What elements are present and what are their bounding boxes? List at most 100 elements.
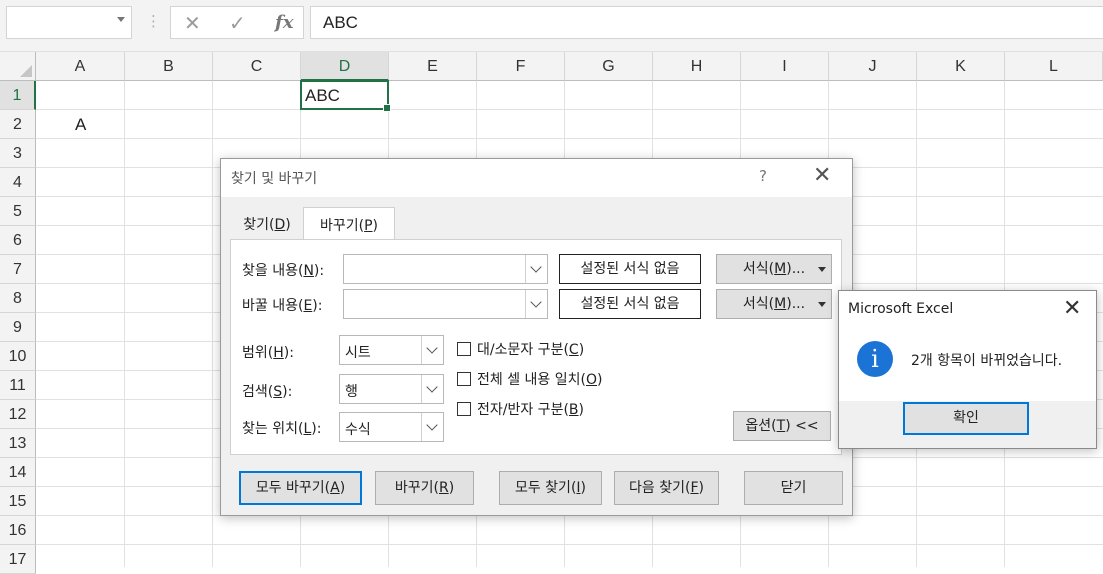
row-header-10[interactable]: 10 (0, 342, 36, 371)
chevron-down-icon[interactable] (117, 17, 125, 22)
message-box: Microsoft Excel ✕ i 2개 항목이 바뀌었습니다. 확인 (838, 290, 1097, 449)
ok-button[interactable]: 확인 (903, 402, 1029, 435)
replace-tab-panel: 찾을 내용(N): 설정된 서식 없음 서식(M)... 바꿀 내용(E): 설… (230, 239, 842, 455)
replace-with-label: 바꿀 내용(E): (242, 298, 323, 314)
chevron-down-icon[interactable] (421, 336, 443, 364)
within-value: 시트 (345, 345, 371, 361)
row-header-11[interactable]: 11 (0, 371, 36, 400)
select-all-button[interactable] (0, 52, 36, 81)
tab-find[interactable]: 찾기(D) (233, 207, 301, 239)
cell-a2[interactable]: A (75, 115, 86, 135)
row-header-15[interactable]: 15 (0, 487, 36, 516)
find-format-button[interactable]: 서식(M)... (716, 254, 832, 284)
column-header-f[interactable]: F (477, 52, 565, 81)
search-select[interactable]: 행 (339, 374, 444, 404)
find-all-button[interactable]: 모두 찾기(I) (499, 471, 602, 505)
row-header-5[interactable]: 5 (0, 197, 36, 226)
gridline (36, 544, 1103, 545)
formula-input[interactable]: ABC (310, 6, 1103, 39)
tab-find-key: D (274, 217, 286, 233)
replace-with-input[interactable] (343, 289, 548, 319)
message-titlebar[interactable]: Microsoft Excel ✕ (839, 291, 1096, 329)
checkbox-icon[interactable] (457, 402, 471, 416)
checkbox-icon[interactable] (457, 342, 471, 356)
row-header-16[interactable]: 16 (0, 516, 36, 545)
tab-find-label: 찾기( (243, 217, 275, 233)
replace-button[interactable]: 바꾸기(R) (375, 471, 474, 505)
column-header-g[interactable]: G (565, 52, 653, 81)
dropdown-arrow-icon[interactable] (818, 302, 826, 307)
row-header-12[interactable]: 12 (0, 400, 36, 429)
match-entire-cell-checkbox[interactable]: 전체 셀 내용 일치(O) (457, 369, 602, 389)
chevron-down-icon[interactable] (421, 375, 443, 403)
row-header-6[interactable]: 6 (0, 226, 36, 255)
info-icon: i (857, 341, 893, 377)
row-header-9[interactable]: 9 (0, 313, 36, 342)
look-in-select[interactable]: 수식 (339, 412, 444, 442)
checkbox-icon[interactable] (457, 372, 471, 386)
match-byte-checkbox[interactable]: 전자/반자 구분(B) (457, 399, 584, 419)
dialog-titlebar[interactable]: 찾기 및 바꾸기 ? ✕ (221, 159, 852, 197)
dropdown-arrow-icon[interactable] (818, 267, 826, 272)
row-header-7[interactable]: 7 (0, 255, 36, 284)
chevron-down-icon[interactable] (421, 413, 443, 441)
gridline (36, 109, 1103, 110)
find-what-input[interactable] (343, 254, 548, 284)
drag-handle-icon[interactable]: ⋮ (146, 12, 161, 30)
find-next-button[interactable]: 다음 찾기(F) (614, 471, 719, 505)
row-header-2[interactable]: 2 (0, 110, 36, 139)
dialog-title: 찾기 및 바꾸기 (231, 171, 318, 187)
replace-format-button[interactable]: 서식(M)... (716, 289, 832, 319)
name-box[interactable] (6, 6, 132, 39)
close-icon[interactable]: ✕ (1063, 296, 1081, 321)
replace-format-preview: 설정된 서식 없음 (559, 289, 701, 319)
tab-replace-key: P (364, 218, 373, 234)
column-header-h[interactable]: H (653, 52, 741, 81)
column-header-c[interactable]: C (213, 52, 301, 81)
message-title: Microsoft Excel (848, 301, 954, 317)
message-body: i 2개 항목이 바뀌었습니다. (839, 329, 1096, 401)
search-label: 검색(S): (242, 384, 293, 400)
column-header-k[interactable]: K (917, 52, 1005, 81)
formula-bar: ⋮ ✕ ✓ fx ABC (0, 0, 1103, 52)
row-header-14[interactable]: 14 (0, 458, 36, 487)
column-header-d[interactable]: D (301, 52, 389, 81)
row-header-4[interactable]: 4 (0, 168, 36, 197)
chevron-down-icon[interactable] (525, 290, 547, 318)
column-header-j[interactable]: J (829, 52, 917, 81)
help-icon[interactable]: ? (759, 167, 767, 185)
look-in-value: 수식 (345, 422, 371, 438)
tab-replace[interactable]: 바꾸기(P) (303, 207, 395, 241)
cancel-icon[interactable]: ✕ (184, 11, 201, 35)
row-header-17[interactable]: 17 (0, 545, 36, 574)
gridline (212, 81, 213, 567)
close-icon[interactable]: ✕ (813, 163, 831, 188)
search-value: 행 (345, 384, 358, 400)
close-button[interactable]: 닫기 (744, 471, 843, 505)
row-header-1[interactable]: 1 (0, 81, 36, 110)
gridline (36, 138, 1103, 139)
formula-buttons: ✕ ✓ fx (170, 6, 304, 39)
replace-all-button[interactable]: 모두 바꾸기(A) (239, 471, 362, 505)
find-what-label: 찾을 내용(N): (242, 263, 325, 279)
options-button[interactable]: 옵션(T) << (733, 411, 831, 441)
column-header-e[interactable]: E (389, 52, 477, 81)
row-header-8[interactable]: 8 (0, 284, 36, 313)
tab-replace-tail: ) (372, 218, 379, 234)
chevron-down-icon[interactable] (525, 255, 547, 283)
column-header-b[interactable]: B (125, 52, 213, 81)
column-header-a[interactable]: A (36, 52, 125, 81)
row-header-3[interactable]: 3 (0, 139, 36, 168)
check-icon[interactable]: ✓ (229, 11, 246, 35)
within-select[interactable]: 시트 (339, 335, 444, 365)
row-header-13[interactable]: 13 (0, 429, 36, 458)
active-cell-border[interactable] (300, 80, 391, 112)
tab-replace-label: 바꾸기( (319, 218, 365, 234)
look-in-label: 찾는 위치(L): (242, 421, 322, 437)
match-case-checkbox[interactable]: 대/소문자 구분(C) (457, 339, 584, 359)
column-header-i[interactable]: I (741, 52, 829, 81)
function-icon[interactable]: fx (275, 12, 293, 33)
column-header-l[interactable]: L (1005, 52, 1103, 81)
find-replace-dialog: 찾기 및 바꾸기 ? ✕ 찾기(D) 바꾸기(P) 찾을 내용(N): 설정된 … (220, 158, 853, 516)
find-format-preview: 설정된 서식 없음 (559, 254, 701, 284)
